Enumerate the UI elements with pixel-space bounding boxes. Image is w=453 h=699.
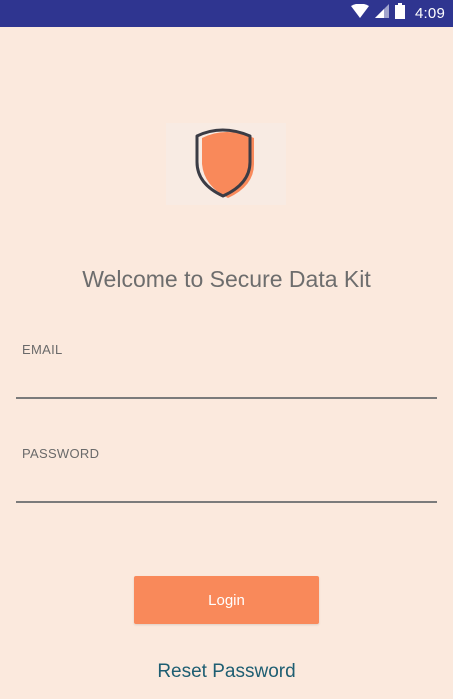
reset-password-link[interactable]: Reset Password (0, 661, 453, 683)
status-time: 4:09 (415, 5, 445, 22)
email-label: EMAIL (22, 342, 63, 357)
status-icons: 4:09 (351, 3, 445, 24)
wifi-icon (351, 3, 369, 23)
app-logo (166, 123, 286, 205)
password-label: PASSWORD (22, 446, 100, 461)
password-field[interactable] (16, 475, 437, 503)
login-button[interactable]: Login (134, 576, 319, 624)
cell-signal-icon (375, 4, 389, 23)
email-field[interactable] (16, 371, 437, 399)
status-bar: 4:09 (0, 0, 453, 27)
welcome-title: Welcome to Secure Data Kit (82, 266, 371, 292)
battery-icon (395, 3, 405, 24)
shield-icon (192, 124, 260, 205)
